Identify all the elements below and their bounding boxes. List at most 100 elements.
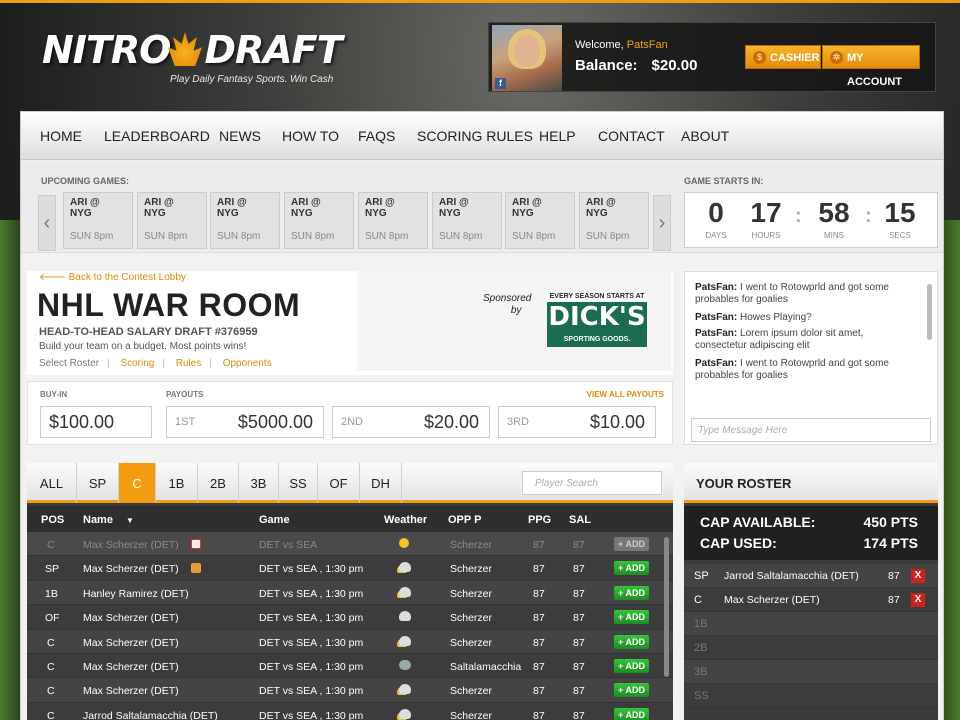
roster-slot-empty[interactable]: 1B (684, 612, 938, 636)
tab-c[interactable]: C (119, 463, 156, 503)
col-name[interactable]: Name ▼ (83, 514, 134, 526)
remove-player-button[interactable]: X (911, 569, 925, 583)
countdown-label: GAME STARTS IN: (684, 176, 764, 186)
table-row[interactable]: 1B Hanley Ramirez (DET) DET vs SEA , 1:30… (27, 580, 673, 606)
nav-contact[interactable]: CONTACT (598, 128, 665, 144)
table-row[interactable]: C Jarrod Saltalamacchia (DET) DET vs SEA … (27, 702, 673, 720)
contest-links: Select Roster | Scoring | Rules | Opponents (39, 358, 272, 369)
tab-3b[interactable]: 3B (239, 463, 279, 503)
nav-leaderboard[interactable]: LEADERBOARD (104, 128, 210, 144)
view-all-payouts-link[interactable]: VIEW ALL PAYOUTS (587, 390, 664, 399)
chat-input[interactable]: Type Message Here (691, 418, 931, 442)
chat-scrollbar[interactable] (927, 284, 932, 340)
countdown-mins: 58 (818, 197, 850, 228)
facebook-icon[interactable]: f (495, 78, 506, 89)
nav-home[interactable]: HOME (40, 128, 82, 144)
table-row[interactable]: C Max Scherzer (DET) DET vs SEA , 1:30 pm… (27, 678, 673, 703)
sponsored-by: Sponsored by (483, 293, 532, 316)
col-ppg[interactable]: PPG (528, 514, 551, 526)
tab-dh[interactable]: DH (360, 463, 402, 503)
partly-cloudy-icon (399, 708, 411, 719)
nav-faqs[interactable]: FAQS (358, 128, 395, 144)
game-card[interactable]: ARI @ NYG SUN 8pm (432, 192, 502, 249)
game-card[interactable]: ARI @ NYG SUN 8pm (63, 192, 133, 249)
roster-slot[interactable]: C Max Scherzer (DET) 87 X (684, 588, 938, 612)
sponsor-logo[interactable]: EVERY SEASON STARTS AT DICK'S SPORTING GO… (547, 293, 647, 347)
main-panel: HOME LEADERBOARD NEWS HOW TO FAQS SCORIN… (20, 111, 944, 720)
coin-icon: $ (753, 51, 766, 64)
roster-slot[interactable]: SP Jarrod Saltalamacchia (DET) 87 X (684, 564, 938, 588)
upcoming-games-label: UPCOMING GAMES: (41, 176, 130, 186)
nav-scoring-rules[interactable]: SCORING RULES (417, 128, 533, 144)
col-game[interactable]: Game (259, 514, 290, 526)
payout-3rd: 3RD $10.00 (498, 406, 656, 438)
rules-link[interactable]: Rules (176, 358, 202, 369)
tab-2b[interactable]: 2B (198, 463, 239, 503)
table-row[interactable]: C Max Scherzer (DET) DET vs SEA , 1:30 pm… (27, 653, 673, 679)
gear-icon: ✲ (830, 51, 843, 64)
scoring-link[interactable]: Scoring (120, 358, 154, 369)
cap-available-label: CAP AVAILABLE: (700, 514, 816, 530)
col-pos[interactable]: POS (41, 514, 64, 526)
partly-cloudy-icon (399, 684, 411, 695)
game-card[interactable]: ARI @ NYG SUN 8pm (358, 192, 428, 249)
add-player-button[interactable]: + ADD (614, 610, 649, 625)
add-player-button[interactable]: + ADD (614, 585, 649, 600)
player-rows: C Max Scherzer (DET) DET vs SEA Scherzer 8… (27, 532, 673, 720)
avatar[interactable]: f (492, 25, 562, 91)
tab-all[interactable]: ALL (27, 463, 77, 503)
game-card[interactable]: ARI @ NYG SUN 8pm (284, 192, 354, 249)
add-player-button[interactable]: + ADD (614, 658, 649, 673)
welcome-text: Welcome, PatsFan (575, 39, 668, 51)
opponents-link[interactable]: Opponents (223, 358, 272, 369)
roster-slot-empty[interactable]: SS (684, 684, 938, 708)
partly-cloudy-icon (399, 586, 411, 597)
add-player-button[interactable]: + ADD (614, 537, 649, 551)
roster-slot-empty[interactable]: 3B (684, 660, 938, 684)
remove-player-button[interactable]: X (911, 593, 925, 607)
username[interactable]: PatsFan (627, 39, 668, 51)
table-row[interactable]: SP Max Scherzer (DET) DET vs SEA , 1:30 p… (27, 556, 673, 581)
cashier-button[interactable]: $ CASHIER (745, 45, 821, 69)
roster-slot-empty[interactable]: 2B (684, 636, 938, 660)
my-account-button[interactable]: ✲ MY ACCOUNT (822, 45, 920, 88)
nav-how-to[interactable]: HOW TO (282, 128, 339, 144)
nav-news[interactable]: NEWS (219, 128, 261, 144)
table-row[interactable]: C Max Scherzer (DET) DET vs SEA Scherzer 8… (27, 532, 673, 557)
table-scrollbar[interactable] (664, 537, 669, 677)
tagline: Play Daily Fantasy Sports. Win Cash (170, 74, 334, 85)
main-nav: HOME LEADERBOARD NEWS HOW TO FAQS SCORIN… (21, 112, 943, 160)
roster-title: YOUR ROSTER (684, 463, 938, 503)
tab-of[interactable]: OF (318, 463, 360, 503)
tab-ss[interactable]: SS (279, 463, 318, 503)
add-player-button[interactable]: + ADD (614, 707, 649, 720)
nav-about[interactable]: ABOUT (681, 128, 729, 144)
balance: Balance: $20.00 (575, 57, 698, 74)
player-search-input[interactable]: Player Search (522, 471, 662, 495)
game-card[interactable]: ARI @ NYG SUN 8pm (137, 192, 207, 249)
game-card[interactable]: ARI @ NYG SUN 8pm (505, 192, 575, 249)
tab-1b[interactable]: 1B (156, 463, 198, 503)
game-card[interactable]: ARI @ NYG SUN 8pm (579, 192, 649, 249)
col-opp[interactable]: OPP P (448, 514, 481, 526)
table-row[interactable]: OF Max Scherzer (DET) DET vs SEA , 1:30 p… (27, 605, 673, 630)
table-header: POS Name ▼ Game Weather OPP P PPG SAL (27, 506, 673, 532)
games-next-arrow[interactable]: › (653, 195, 671, 251)
rain-icon (399, 659, 411, 670)
nav-help[interactable]: HELP (539, 128, 576, 144)
back-to-lobby-link[interactable]: 🡐 Back to the Contest Lobby (39, 271, 186, 283)
chat-message: PatsFan: Howes Playing? (695, 312, 812, 323)
table-row[interactable]: C Max Scherzer (DET) DET vs SEA , 1:30 pm… (27, 629, 673, 654)
add-player-button[interactable]: + ADD (614, 683, 649, 698)
tab-sp[interactable]: SP (77, 463, 119, 503)
balance-amount: $20.00 (651, 57, 698, 74)
payouts-row: BUY-IN PAYOUTS VIEW ALL PAYOUTS $100.00 … (27, 381, 673, 445)
payouts-label: PAYOUTS (166, 390, 204, 399)
col-sal[interactable]: SAL (569, 514, 591, 526)
game-card[interactable]: ARI @ NYG SUN 8pm (210, 192, 280, 249)
cap-used-label: CAP USED: (700, 535, 777, 551)
add-player-button[interactable]: + ADD (614, 634, 649, 649)
games-prev-arrow[interactable]: ‹ (38, 195, 56, 251)
add-player-button[interactable]: + ADD (614, 561, 649, 576)
col-weather[interactable]: Weather (384, 514, 427, 526)
